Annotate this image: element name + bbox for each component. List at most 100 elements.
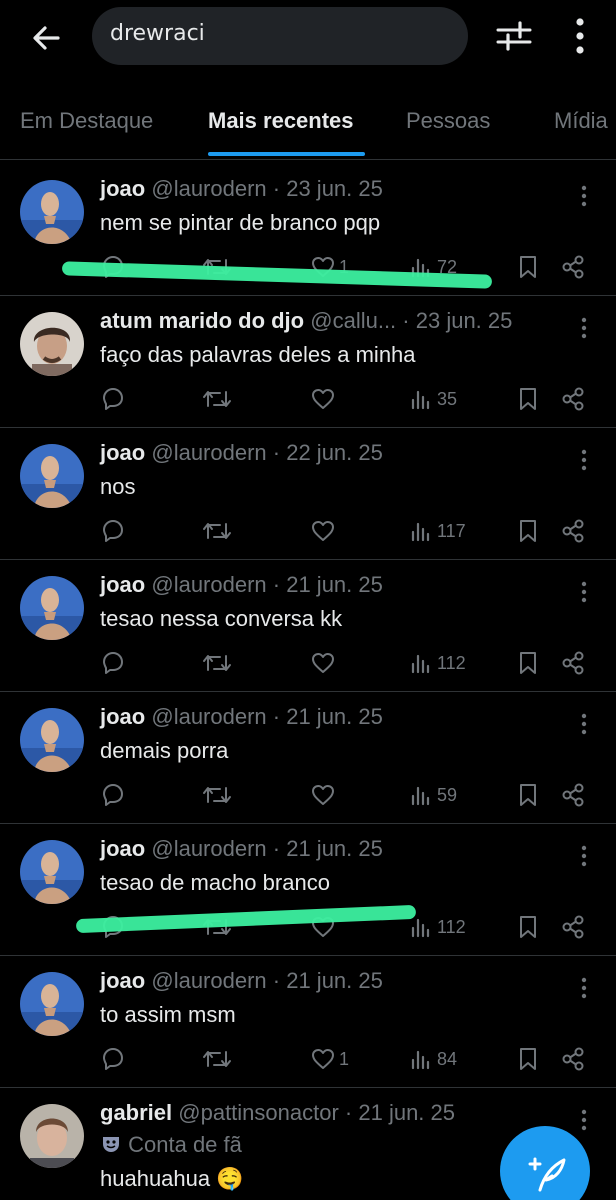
post-more-button[interactable] bbox=[576, 712, 592, 736]
reply-button[interactable] bbox=[100, 1044, 126, 1074]
bookmark-button[interactable] bbox=[516, 912, 540, 942]
post-actions: 112 bbox=[100, 648, 590, 678]
more-vertical-icon bbox=[581, 449, 587, 471]
author-name[interactable]: joao bbox=[100, 572, 145, 597]
author-handle[interactable]: @laurodern bbox=[151, 572, 266, 597]
post-more-button[interactable] bbox=[576, 580, 592, 604]
post-more-button[interactable] bbox=[576, 976, 592, 1000]
post-card[interactable]: joao @laurodern · 21 jun. 25 tesao de mac… bbox=[0, 824, 616, 956]
repost-icon bbox=[203, 391, 231, 407]
repost-button[interactable] bbox=[202, 516, 232, 546]
post-date: · 21 jun. 25 bbox=[344, 1100, 455, 1125]
bookmark-icon bbox=[520, 784, 536, 806]
author-name[interactable]: gabriel bbox=[100, 1100, 172, 1125]
post-card[interactable]: atum marido do djo @callu... · 23 jun. 2… bbox=[0, 296, 616, 428]
share-button[interactable] bbox=[560, 384, 586, 414]
post-card[interactable]: joao @laurodern · 21 jun. 25 to assim msm… bbox=[0, 956, 616, 1088]
avatar[interactable] bbox=[20, 180, 84, 244]
compose-button[interactable] bbox=[500, 1126, 590, 1200]
repost-button[interactable] bbox=[202, 1044, 232, 1074]
views-icon bbox=[411, 522, 430, 542]
bookmark-button[interactable] bbox=[516, 780, 540, 810]
author-handle[interactable]: @pattinsonactor bbox=[178, 1100, 339, 1125]
share-icon bbox=[562, 255, 584, 279]
views-button[interactable]: 35 bbox=[410, 384, 457, 414]
view-count: 84 bbox=[437, 1048, 458, 1069]
views-button[interactable]: 59 bbox=[410, 780, 457, 810]
author-name[interactable]: joao bbox=[100, 704, 145, 729]
repost-button[interactable] bbox=[202, 648, 232, 678]
avatar[interactable] bbox=[20, 840, 84, 904]
more-options-button[interactable] bbox=[566, 14, 594, 58]
share-icon bbox=[562, 519, 584, 543]
avatar[interactable] bbox=[20, 312, 84, 376]
share-button[interactable] bbox=[560, 780, 586, 810]
post-card[interactable]: joao @laurodern · 21 jun. 25 tesao nessa … bbox=[0, 560, 616, 692]
avatar[interactable] bbox=[20, 576, 84, 640]
author-handle[interactable]: @callu... bbox=[310, 308, 396, 333]
author-handle[interactable]: @laurodern bbox=[151, 836, 266, 861]
post-card[interactable]: joao @laurodern · 21 jun. 25 demais porra… bbox=[0, 692, 616, 824]
post-more-button[interactable] bbox=[576, 316, 592, 340]
post-date: · 22 jun. 25 bbox=[272, 440, 383, 465]
reply-button[interactable] bbox=[100, 648, 126, 678]
fan-account-badge: Conta de fã bbox=[100, 1132, 242, 1158]
views-button[interactable]: 112 bbox=[410, 912, 466, 942]
avatar[interactable] bbox=[20, 972, 84, 1036]
bookmark-button[interactable] bbox=[516, 516, 540, 546]
tab-midia[interactable]: Mídia bbox=[554, 108, 608, 134]
like-button[interactable] bbox=[310, 516, 339, 546]
post-more-button[interactable] bbox=[576, 844, 592, 868]
post-card[interactable]: joao @laurodern · 22 jun. 25 nos 117 bbox=[0, 428, 616, 560]
like-button[interactable]: 1 bbox=[310, 1044, 349, 1074]
tab-pessoas[interactable]: Pessoas bbox=[406, 108, 490, 134]
avatar[interactable] bbox=[20, 708, 84, 772]
avatar[interactable] bbox=[20, 444, 84, 508]
like-button[interactable] bbox=[310, 648, 339, 678]
like-button[interactable] bbox=[310, 384, 339, 414]
views-icon bbox=[411, 1050, 430, 1070]
share-button[interactable] bbox=[560, 1044, 586, 1074]
share-button[interactable] bbox=[560, 252, 586, 282]
tab-mais-recentes[interactable]: Mais recentes bbox=[208, 108, 354, 134]
avatar[interactable] bbox=[20, 1104, 84, 1168]
bookmark-button[interactable] bbox=[516, 648, 540, 678]
repost-button[interactable] bbox=[202, 780, 232, 810]
bookmark-button[interactable] bbox=[516, 252, 540, 282]
author-handle[interactable]: @laurodern bbox=[151, 176, 266, 201]
author-handle[interactable]: @laurodern bbox=[151, 704, 266, 729]
avatar-image bbox=[20, 1104, 84, 1168]
post-header: joao @laurodern · 23 jun. 25 bbox=[100, 176, 383, 202]
author-name[interactable]: atum marido do djo bbox=[100, 308, 304, 333]
post-more-button[interactable] bbox=[576, 184, 592, 208]
post-text: nos bbox=[100, 474, 136, 499]
views-button[interactable]: 112 bbox=[410, 648, 466, 678]
views-button[interactable]: 117 bbox=[410, 516, 466, 546]
share-button[interactable] bbox=[560, 912, 586, 942]
reply-icon bbox=[103, 520, 123, 542]
reply-button[interactable] bbox=[100, 384, 126, 414]
bookmark-button[interactable] bbox=[516, 1044, 540, 1074]
reply-icon bbox=[103, 784, 123, 806]
author-handle[interactable]: @laurodern bbox=[151, 440, 266, 465]
filter-button[interactable] bbox=[494, 16, 534, 56]
author-handle[interactable]: @laurodern bbox=[151, 968, 266, 993]
views-button[interactable]: 84 bbox=[410, 1044, 457, 1074]
like-button[interactable] bbox=[310, 780, 339, 810]
reply-button[interactable] bbox=[100, 516, 126, 546]
tab-em-destaque[interactable]: Em Destaque bbox=[20, 108, 153, 134]
reply-button[interactable] bbox=[100, 780, 126, 810]
share-button[interactable] bbox=[560, 516, 586, 546]
author-name[interactable]: joao bbox=[100, 440, 145, 465]
share-button[interactable] bbox=[560, 648, 586, 678]
bookmark-button[interactable] bbox=[516, 384, 540, 414]
repost-button[interactable] bbox=[202, 384, 232, 414]
reply-icon bbox=[103, 1048, 123, 1070]
post-more-button[interactable] bbox=[576, 448, 592, 472]
author-name[interactable]: joao bbox=[100, 836, 145, 861]
back-button[interactable] bbox=[28, 20, 64, 56]
author-name[interactable]: joao bbox=[100, 968, 145, 993]
author-name[interactable]: joao bbox=[100, 176, 145, 201]
post-header: joao @laurodern · 22 jun. 25 bbox=[100, 440, 383, 466]
search-input[interactable]: drewraci bbox=[92, 7, 468, 65]
